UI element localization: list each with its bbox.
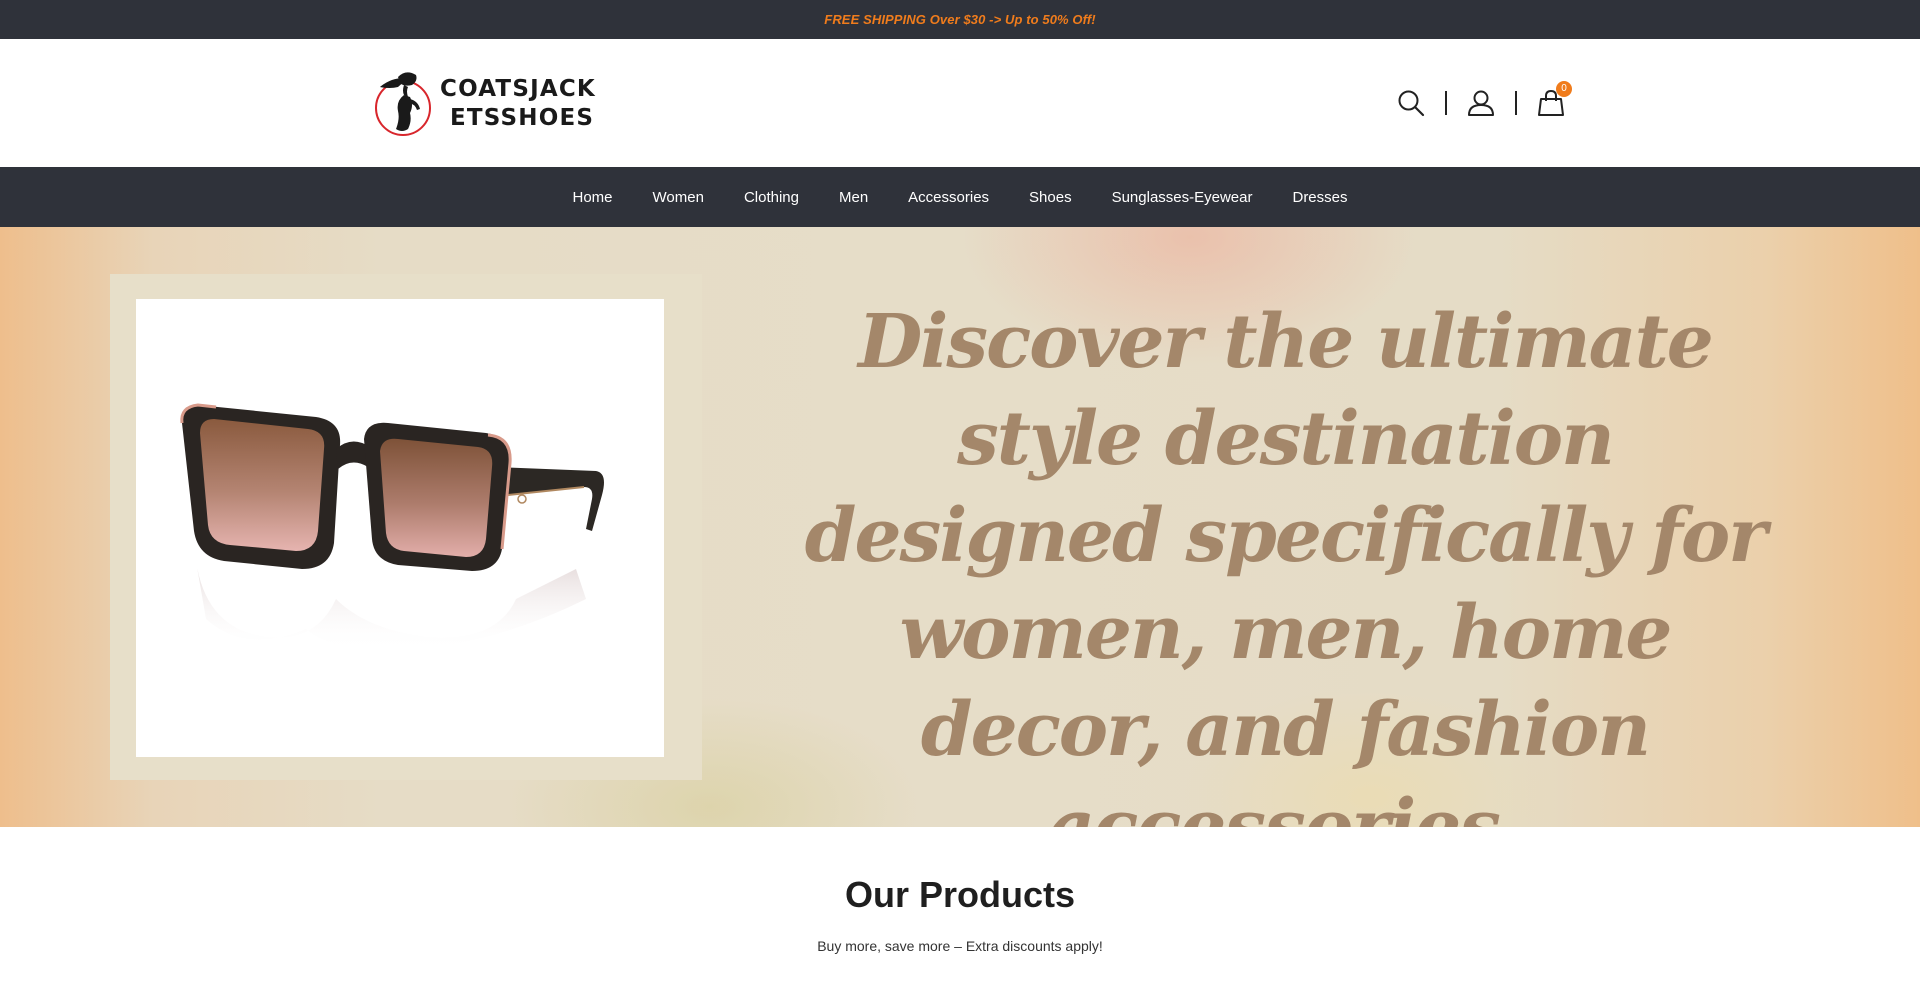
- search-icon: [1398, 90, 1425, 117]
- hero-banner: Discover the ultimate style destination …: [0, 227, 1920, 827]
- header-divider: [1445, 91, 1447, 115]
- header-divider: [1515, 91, 1517, 115]
- nav-item-women[interactable]: Women: [633, 189, 724, 206]
- logo-text-line2: ETSSHOES: [450, 105, 595, 131]
- site-header: COATSJACK ETSSHOES 0: [0, 39, 1920, 167]
- products-section-title: Our Products: [844, 874, 1076, 915]
- logo-text-line1: COATSJACK: [440, 76, 596, 102]
- hero-product-image[interactable]: [136, 299, 664, 757]
- nav-item-shoes[interactable]: Shoes: [1009, 189, 1092, 206]
- announcement-bar: FREE SHIPPING Over $30 -> Up to 50% Off!: [0, 0, 1920, 39]
- user-icon: [1468, 90, 1494, 116]
- nav-item-accessories[interactable]: Accessories: [888, 189, 1009, 206]
- cart-count-badge: 0: [1556, 81, 1572, 97]
- logo-emblem-icon: [375, 72, 431, 136]
- nav-item-men[interactable]: Men: [819, 189, 888, 206]
- cart-button[interactable]: 0: [1534, 81, 1572, 120]
- site-logo[interactable]: COATSJACK ETSSHOES: [374, 67, 595, 141]
- nav-item-dresses[interactable]: Dresses: [1272, 189, 1367, 206]
- main-navigation: Home Women Clothing Men Accessories Shoe…: [0, 167, 1920, 227]
- account-button[interactable]: [1464, 86, 1498, 120]
- hero-headline: Discover the ultimate style destination …: [804, 299, 1768, 827]
- nav-item-home[interactable]: Home: [553, 189, 633, 206]
- nav-item-sunglasses-eyewear[interactable]: Sunglasses-Eyewear: [1092, 189, 1273, 206]
- nav-item-clothing[interactable]: Clothing: [724, 189, 819, 206]
- header-actions: 0: [1394, 81, 1572, 120]
- products-section-subtitle: Buy more, save more – Extra discounts ap…: [817, 938, 1103, 954]
- sunglasses-image: [180, 403, 604, 652]
- announcement-text: FREE SHIPPING Over $30 -> Up to 50% Off!: [824, 12, 1096, 27]
- search-button[interactable]: [1394, 86, 1428, 120]
